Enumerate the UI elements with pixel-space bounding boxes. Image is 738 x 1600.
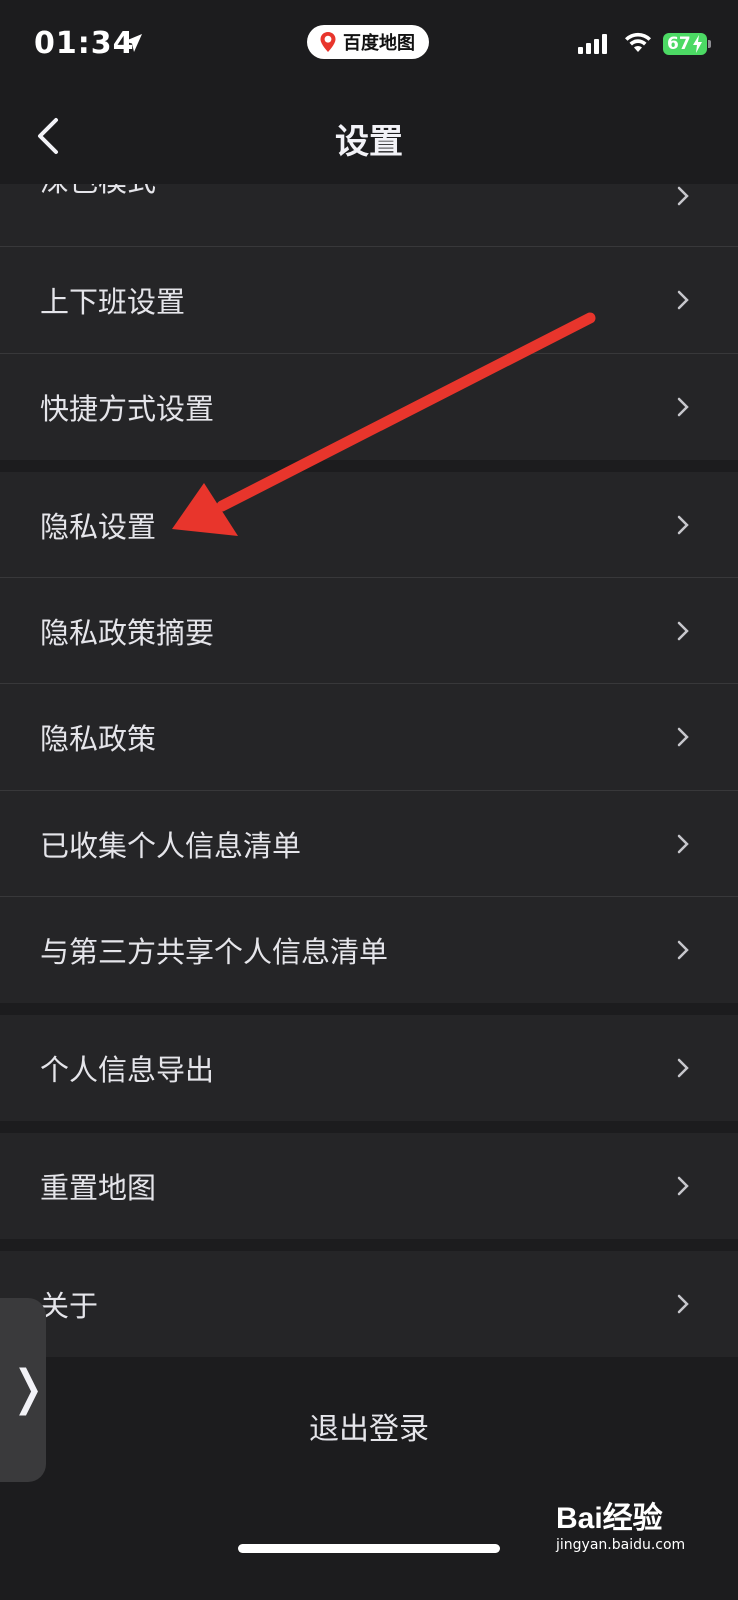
logout-label: 退出登录 [309,1412,429,1447]
list-item-privacy-settings[interactable]: 隐私设置 [0,472,738,577]
page-title: 设置 [335,122,403,162]
list-item-label: 快捷方式设置 [40,392,215,426]
status-time: 01:34 [34,26,135,61]
app-indicator-label: 百度地图 [343,33,415,54]
wifi-icon [625,32,651,52]
list-item-collected-info-list[interactable]: 已收集个人信息清单 [0,791,738,896]
watermark-brand: Bai经验 [556,1502,663,1535]
side-handle-glyph: ❭ [8,1360,49,1416]
battery-cap [708,40,711,48]
chevron-right-icon [677,186,689,206]
side-drawer-handle[interactable]: ❭ [0,1298,49,1482]
chevron-right-icon [677,1176,689,1196]
baidu-jingyan-watermark: Bai经验 jingyan.baidu.com [556,1493,685,1553]
list-item-commute-settings[interactable]: 上下班设置 [0,247,738,353]
section-gap [0,1003,738,1015]
section-gap [0,1239,738,1251]
list-item-privacy-policy[interactable]: 隐私政策 [0,684,738,790]
list-item-label: 上下班设置 [40,285,186,319]
logout-button[interactable]: 退出登录 [0,1369,738,1483]
charging-bolt-icon [693,35,702,53]
chevron-right-icon [677,397,689,417]
baidu-map-pin-icon [320,32,336,52]
battery-icon: 67 [663,33,707,55]
chevron-right-icon [677,940,689,960]
list-item-third-party-sharing-list[interactable]: 与第三方共享个人信息清单 [0,897,738,1003]
list-item-reset-map[interactable]: 重置地图 [0,1133,738,1239]
home-indicator [238,1544,500,1553]
list-item-shortcut-settings[interactable]: 快捷方式设置 [0,354,738,460]
chevron-right-icon [677,621,689,640]
list-item-label: 隐私政策 [40,722,157,756]
signal-icon [578,34,607,54]
list-item-personal-info-export[interactable]: 个人信息导出 [0,1015,738,1121]
location-arrow-icon [124,34,142,52]
chevron-right-icon [677,515,689,534]
list-item-label: 重置地图 [40,1171,157,1205]
section-gap [0,460,738,472]
battery-level: 67 [667,34,691,54]
list-item-label: 个人信息导出 [40,1053,215,1087]
list-item-label: 已收集个人信息清单 [40,828,302,863]
chevron-right-icon [677,1294,689,1314]
chevron-right-icon [677,727,689,747]
app-indicator-pill[interactable]: 百度地图 [307,25,429,59]
list-item-about[interactable]: 关于 [0,1251,738,1357]
list-item-label: 深色模式 [40,184,156,200]
list-item-dark-mode[interactable]: 深色模式 [0,184,738,246]
list-item-label: 隐私设置 [40,509,157,544]
watermark-url: jingyan.baidu.com [556,1537,686,1553]
list-item-label: 与第三方共享个人信息清单 [40,935,389,969]
list-item-privacy-policy-summary[interactable]: 隐私政策摘要 [0,578,738,683]
section-gap [0,1121,738,1133]
chevron-right-icon [677,290,689,310]
chevron-right-icon [677,834,689,853]
list-item-label: 关于 [40,1289,99,1323]
list-item-label: 隐私政策摘要 [40,615,215,650]
chevron-right-icon [677,1058,689,1078]
